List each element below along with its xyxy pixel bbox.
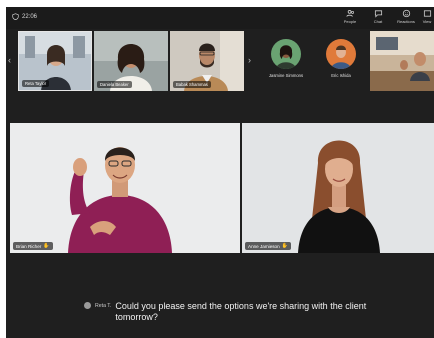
meeting-window: 22:06 People Chat Reactions View ‹ Reta … bbox=[6, 7, 434, 338]
chat-icon bbox=[374, 10, 382, 18]
participant-tile-3[interactable]: Babak Shammas bbox=[170, 31, 244, 91]
chevron-right-icon[interactable]: › bbox=[248, 55, 251, 65]
people-icon bbox=[345, 10, 354, 17]
raised-hand-icon: ✋ bbox=[281, 243, 288, 249]
participant-name: Eric Ishida bbox=[331, 73, 351, 78]
participant-video-right bbox=[242, 123, 434, 253]
participant-tile-1[interactable]: Reta Taylor bbox=[18, 31, 92, 91]
chat-label: Chat bbox=[373, 19, 383, 24]
meeting-controls: People Chat Reactions View bbox=[336, 9, 434, 24]
participant-avatar-1[interactable]: Jasmine Simmons bbox=[264, 39, 308, 78]
chevron-left-icon[interactable]: ‹ bbox=[8, 55, 11, 65]
participant-avatar-2[interactable]: Eric Ishida bbox=[319, 39, 363, 78]
participant-name: Babak Shammas bbox=[173, 81, 211, 88]
live-caption: Reta T. Could you please send the option… bbox=[84, 301, 414, 323]
view-button[interactable]: View bbox=[420, 9, 434, 24]
reactions-button[interactable]: Reactions bbox=[392, 9, 420, 24]
participant-name-badge: Anne Jamieson ✋ bbox=[245, 242, 291, 250]
participant-strip: ‹ Reta Taylor Daniela Beaker Babak Shamm… bbox=[6, 31, 434, 91]
people-label: People bbox=[343, 19, 357, 24]
participant-name: Brian Richer bbox=[16, 243, 42, 249]
view-label: View bbox=[422, 19, 432, 24]
reactions-label: Reactions bbox=[397, 19, 415, 24]
top-bar: 22:06 People Chat Reactions View bbox=[6, 7, 434, 29]
avatar bbox=[271, 39, 301, 69]
avatar bbox=[326, 39, 356, 69]
call-timer: 22:06 bbox=[12, 13, 37, 20]
participant-name: Daniela Beaker bbox=[97, 81, 132, 88]
participant-name: Jasmine Simmons bbox=[268, 73, 304, 78]
main-video-left[interactable]: Brian Richer ✋ bbox=[10, 123, 240, 253]
participant-name-badge: Brian Richer ✋ bbox=[13, 242, 53, 250]
participant-name: Reta Taylor bbox=[22, 80, 50, 87]
timer-text: 22:06 bbox=[22, 13, 38, 20]
reactions-icon bbox=[402, 9, 410, 18]
participant-tile-room[interactable] bbox=[370, 31, 434, 91]
caption-text: Could you please send the options we're … bbox=[115, 301, 367, 322]
raised-hand-icon: ✋ bbox=[43, 243, 50, 249]
participant-tile-2[interactable]: Daniela Beaker bbox=[94, 31, 168, 91]
caption-speaker: Reta T. bbox=[95, 303, 112, 309]
people-button[interactable]: People bbox=[336, 9, 364, 24]
participant-name: Anne Jamieson bbox=[248, 243, 280, 249]
caption-speaker-avatar bbox=[84, 302, 91, 309]
room-video bbox=[370, 31, 434, 91]
participant-video-left bbox=[10, 123, 240, 253]
chat-button[interactable]: Chat bbox=[364, 9, 392, 24]
shield-icon bbox=[12, 13, 19, 20]
view-icon bbox=[423, 10, 431, 17]
main-video-right[interactable]: Anne Jamieson ✋ bbox=[242, 123, 434, 253]
